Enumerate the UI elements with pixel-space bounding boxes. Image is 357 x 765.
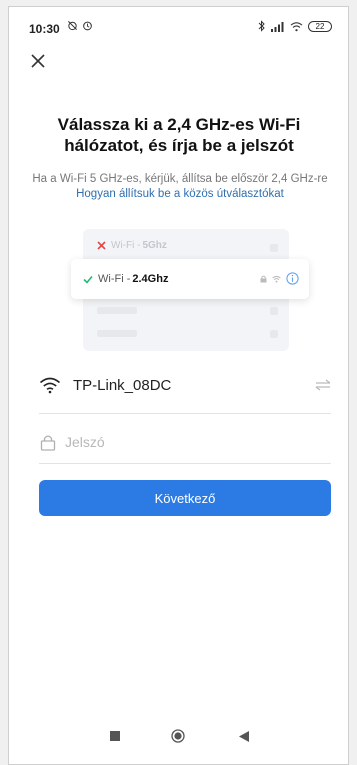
illustration-placeholder-dot xyxy=(270,244,278,252)
wifi-small-icon xyxy=(272,275,281,283)
illustration-row-5ghz: Wi-Fi - 5Ghz xyxy=(97,235,167,255)
wifi-band-illustration: Wi-Fi - 5Ghz Wi-Fi - 2.4Ghz xyxy=(71,229,309,351)
illustration-row-24ghz: Wi-Fi - 2.4Ghz xyxy=(83,269,168,289)
status-bar: 10:30 22 xyxy=(9,7,348,41)
router-help-link[interactable]: Hogyan állítsuk be a közös útválasztókat xyxy=(76,188,284,200)
battery-icon: 22 xyxy=(308,20,332,32)
app-screen: 10:30 22 Válassza ki a 2,4 GHz-es Wi-Fi … xyxy=(8,6,349,765)
wifi-icon xyxy=(39,377,61,394)
swap-network-icon[interactable] xyxy=(315,379,331,391)
status-left-icons xyxy=(67,20,93,31)
back-button[interactable] xyxy=(239,731,249,742)
wifi-network-row[interactable]: TP-Link_08DC xyxy=(39,371,331,399)
illustration-placeholder-bar xyxy=(97,330,137,337)
page-title: Válassza ki a 2,4 GHz-es Wi-Fi hálózatot… xyxy=(57,115,301,155)
illustration-row-icons xyxy=(260,272,299,285)
close-icon[interactable] xyxy=(29,52,47,70)
cross-icon xyxy=(97,240,106,250)
cell-signal-icon xyxy=(271,21,284,32)
page-subtitle: Ha a Wi-Fi 5 GHz-es, kérjük, állítsa be … xyxy=(29,172,331,202)
info-icon xyxy=(286,272,299,285)
password-divider xyxy=(39,463,331,464)
status-time: 10:30 xyxy=(29,22,60,36)
illustration-5ghz-band: 5Ghz xyxy=(142,239,167,251)
illustration-selected-card: Wi-Fi - 2.4Ghz xyxy=(71,259,309,299)
alarm-off-icon xyxy=(68,21,77,31)
recents-button[interactable] xyxy=(110,731,120,741)
status-right-icons: 22 xyxy=(258,20,332,32)
illustration-5ghz-prefix: Wi-Fi - xyxy=(111,239,141,251)
illustration-placeholder-dot xyxy=(270,307,278,315)
illustration-24ghz-prefix: Wi-Fi - xyxy=(98,273,131,285)
bluetooth-icon xyxy=(258,20,265,32)
lock-small-icon xyxy=(260,275,267,282)
illustration-24ghz-band: 2.4Ghz xyxy=(132,273,169,285)
navigation-bar xyxy=(9,716,348,764)
wifi-status-icon xyxy=(290,21,303,31)
next-button[interactable]: Következő xyxy=(39,480,331,516)
ssid-divider xyxy=(39,413,331,414)
password-input[interactable] xyxy=(65,434,331,450)
checkmark-icon xyxy=(83,275,93,284)
clock-icon xyxy=(83,21,92,31)
subtitle-text: Ha a Wi-Fi 5 GHz-es, kérjük, állítsa be … xyxy=(32,173,328,185)
illustration-placeholder-dot xyxy=(270,330,278,338)
wifi-ssid-value: TP-Link_08DC xyxy=(73,376,172,394)
home-button[interactable] xyxy=(171,729,185,743)
illustration-placeholder-bar xyxy=(97,307,137,314)
password-row xyxy=(39,425,331,459)
lock-icon xyxy=(40,435,56,451)
